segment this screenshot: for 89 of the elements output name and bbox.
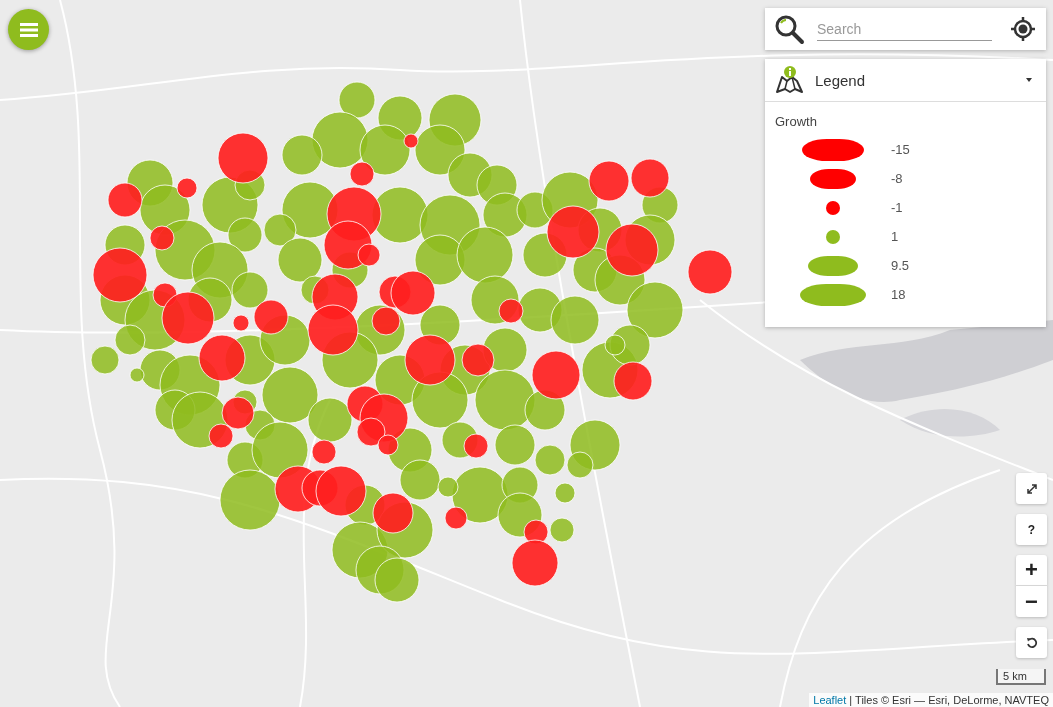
- map-bubble[interactable]: [315, 465, 367, 517]
- caret-icon[interactable]: [1024, 77, 1034, 83]
- map-bubble[interactable]: [461, 343, 495, 377]
- map-bubble[interactable]: [90, 345, 120, 375]
- map-bubble[interactable]: [208, 423, 234, 449]
- map-bubble[interactable]: [359, 124, 411, 176]
- map-bubble[interactable]: [114, 324, 146, 356]
- map-bubble[interactable]: [534, 444, 566, 476]
- map-bubble[interactable]: [399, 459, 441, 501]
- map-info-icon: [775, 65, 805, 95]
- legend-value: -15: [891, 142, 910, 157]
- map-bubble[interactable]: [349, 161, 375, 187]
- menu-icon: [19, 22, 38, 37]
- map-bubble[interactable]: [221, 396, 255, 430]
- map-bubble[interactable]: [198, 334, 246, 382]
- legend-value: -8: [891, 171, 903, 186]
- attribution-text: | Tiles © Esri — Esri, DeLorme, NAVTEQ: [849, 694, 1049, 706]
- map-bubble[interactable]: [263, 213, 297, 247]
- scale-bar: 5 km: [996, 669, 1046, 685]
- map-bubble[interactable]: [372, 492, 414, 534]
- map-bubble[interactable]: [390, 270, 436, 316]
- zoom-out-button[interactable]: −: [1016, 586, 1047, 617]
- map-bubble[interactable]: [604, 334, 626, 356]
- map-bubble[interactable]: [554, 482, 576, 504]
- map-bubble[interactable]: [498, 298, 524, 324]
- map-bubble[interactable]: [630, 158, 670, 198]
- map-bubble[interactable]: [437, 476, 459, 498]
- map-bubble[interactable]: [687, 249, 733, 295]
- map-bubble[interactable]: [217, 132, 269, 184]
- map-bubble[interactable]: [605, 223, 659, 277]
- reset-button[interactable]: [1016, 627, 1047, 658]
- legend-heading: Growth: [775, 114, 818, 129]
- help-button[interactable]: ?: [1016, 514, 1047, 545]
- map-bubble[interactable]: [227, 217, 263, 253]
- map-bubble[interactable]: [253, 299, 289, 335]
- reset-icon: [1025, 636, 1038, 649]
- map-bubble[interactable]: [261, 366, 319, 424]
- map-bubble[interactable]: [231, 271, 269, 309]
- search-bar[interactable]: Search: [765, 8, 1046, 50]
- map-bubble[interactable]: [403, 133, 419, 149]
- legend-title[interactable]: Legend: [815, 71, 1014, 89]
- map-bubble[interactable]: [550, 295, 600, 345]
- map-bubble[interactable]: [357, 243, 381, 267]
- map-bubble[interactable]: [307, 304, 359, 356]
- map-bubble[interactable]: [531, 350, 581, 400]
- map-bubble[interactable]: [494, 424, 536, 466]
- map-bubble[interactable]: [281, 134, 323, 176]
- map-bubble[interactable]: [129, 367, 145, 383]
- map-bubble[interactable]: [524, 389, 566, 431]
- map-bubble[interactable]: [456, 226, 514, 284]
- map-bubble[interactable]: [338, 81, 376, 119]
- map-bubble[interactable]: [176, 177, 198, 199]
- map-bubble[interactable]: [377, 434, 399, 456]
- map-bubble[interactable]: [107, 182, 143, 218]
- locate-icon[interactable]: [1010, 16, 1036, 42]
- map-bubble[interactable]: [356, 417, 386, 447]
- search-icon: [773, 13, 805, 45]
- map-bubble[interactable]: [251, 421, 309, 479]
- legend-value: 18: [891, 287, 906, 302]
- map-bubble[interactable]: [549, 517, 575, 543]
- map-bubble[interactable]: [277, 237, 323, 283]
- map-bubble[interactable]: [219, 469, 281, 531]
- map-bubble[interactable]: [149, 225, 175, 251]
- map-bubble[interactable]: [613, 361, 653, 401]
- expand-icon: [1025, 482, 1038, 495]
- map-bubble[interactable]: [626, 281, 684, 339]
- map-bubble[interactable]: [511, 539, 559, 587]
- map-bubble[interactable]: [374, 557, 420, 603]
- map-bubble[interactable]: [232, 314, 250, 332]
- map-bubble[interactable]: [371, 306, 401, 336]
- map-bubble[interactable]: [92, 247, 148, 303]
- map-bubble[interactable]: [588, 160, 630, 202]
- map-bubble[interactable]: [404, 334, 456, 386]
- map-bubble[interactable]: [463, 433, 489, 459]
- map-bubble[interactable]: [414, 124, 466, 176]
- legend-value: -1: [891, 200, 903, 215]
- fullscreen-button[interactable]: [1016, 473, 1047, 504]
- legend-value: 9.5: [891, 258, 910, 273]
- map-bubble[interactable]: [161, 291, 215, 345]
- map-bubble[interactable]: [546, 205, 600, 259]
- map-bubble[interactable]: [311, 439, 337, 465]
- attribution-link[interactable]: Leaflet: [813, 694, 847, 706]
- map-bubble[interactable]: [307, 397, 353, 443]
- zoom-in-button[interactable]: +: [1016, 555, 1047, 586]
- legend-value: 1: [891, 229, 899, 244]
- map-bubble[interactable]: [566, 451, 594, 479]
- search-field[interactable]: Search: [817, 17, 992, 41]
- map-bubble[interactable]: [474, 369, 536, 431]
- map-bubble[interactable]: [444, 506, 468, 530]
